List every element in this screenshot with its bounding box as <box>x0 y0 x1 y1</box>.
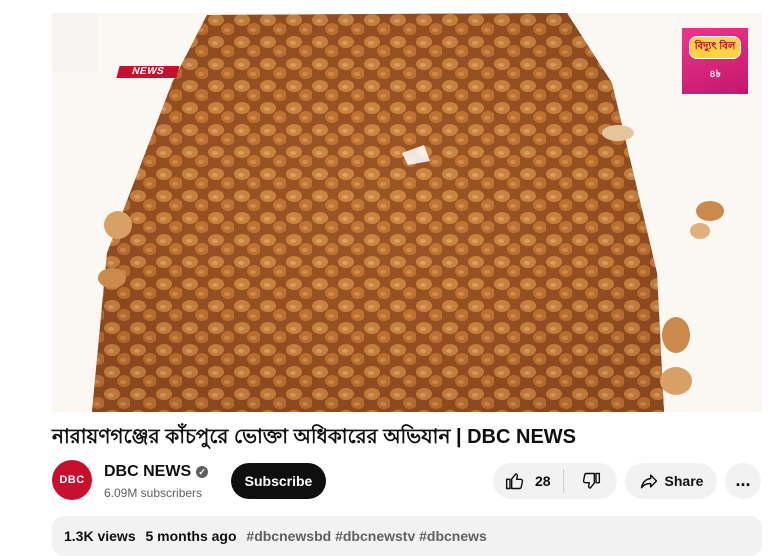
description-box[interactable]: 1.3K views 5 months ago #dbcnewsbd #dbcn… <box>52 516 762 556</box>
share-button[interactable]: Share <box>625 463 717 499</box>
video-player[interactable]: NEWS বিদ্যুৎ বিল ৪৳ <box>52 13 762 412</box>
channel-avatar[interactable]: DBC <box>52 460 92 500</box>
share-arrow-icon <box>640 474 657 489</box>
video-title: নারায়ণগঞ্জের কাঁচপুরে ভোক্তা অধিকারের অ… <box>52 426 577 448</box>
dislike-button[interactable] <box>564 463 617 499</box>
subscribe-button[interactable]: Subscribe <box>231 463 326 499</box>
thumb-up-icon <box>505 473 524 490</box>
like-dislike-group: 28 <box>493 463 617 499</box>
promo-title: বিদ্যুৎ বিল <box>688 36 742 59</box>
thumb-down-icon <box>582 472 600 489</box>
verified-check-icon: ✓ <box>196 466 209 478</box>
like-count: 28 <box>535 473 551 489</box>
share-label: Share <box>664 473 704 489</box>
channel-name-row[interactable]: DBC NEWS ✓ <box>104 463 209 481</box>
promo-badge[interactable]: বিদ্যুৎ বিল ৪৳ <box>682 28 748 94</box>
like-button[interactable]: 28 <box>493 463 563 499</box>
channel-name[interactable]: DBC NEWS <box>104 463 191 481</box>
news-overlay-tag: NEWS <box>116 66 180 78</box>
hashtags[interactable]: #dbcnewsbd #dbcnewstv #dbcnews <box>246 528 486 544</box>
subscriber-count: 6.09M subscribers <box>104 486 203 500</box>
more-actions-button[interactable]: ... <box>725 463 761 499</box>
promo-sub: ৪৳ <box>709 69 721 80</box>
view-count: 1.3K views <box>64 528 136 544</box>
upload-age: 5 months ago <box>145 528 237 544</box>
